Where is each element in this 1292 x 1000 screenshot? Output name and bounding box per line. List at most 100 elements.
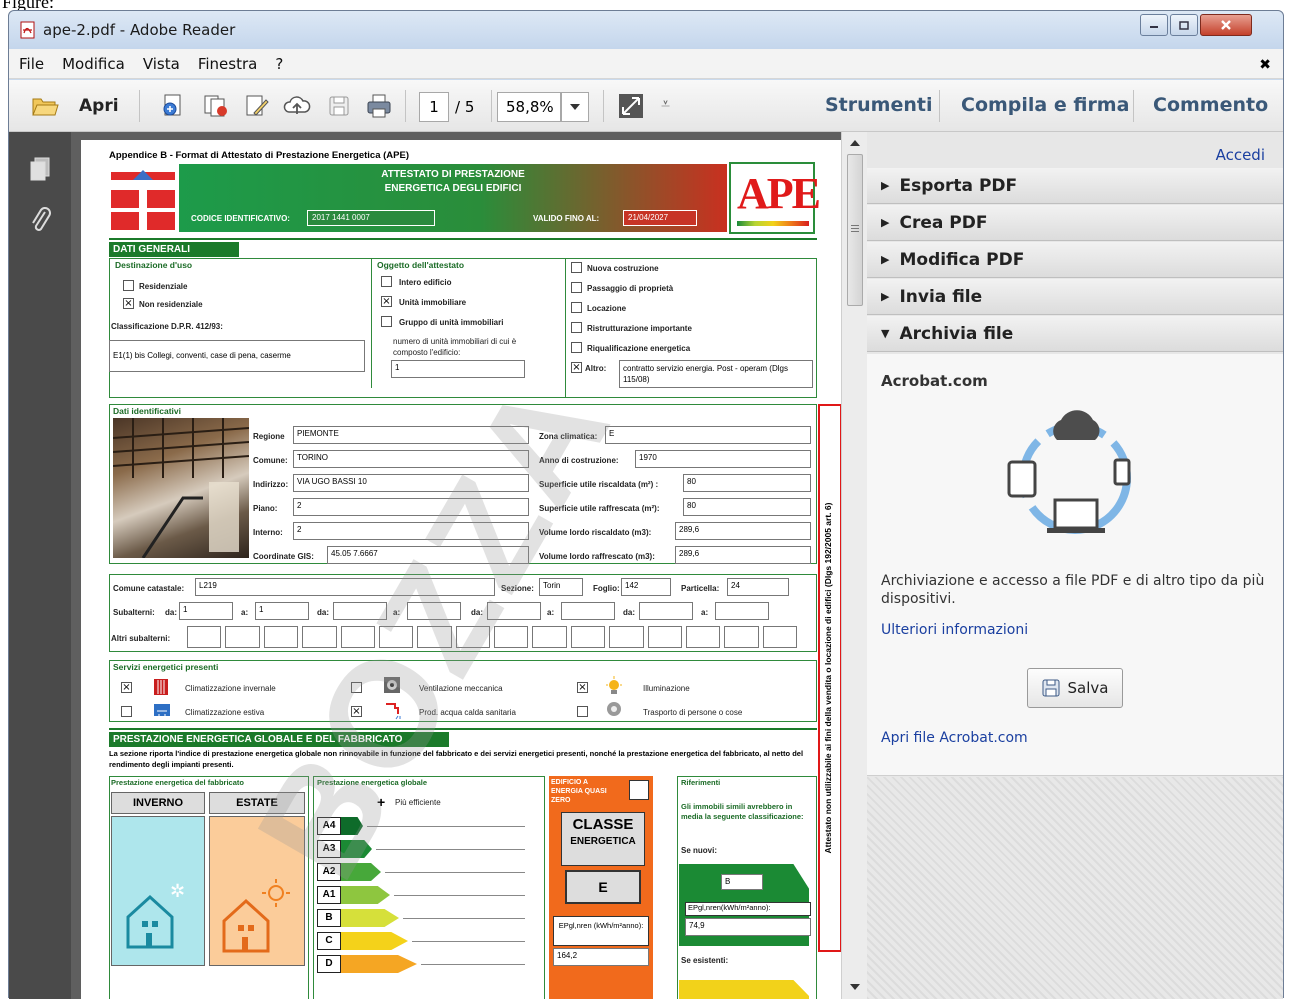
illuminazione-checkbox[interactable]: × (577, 682, 588, 693)
ristrutturazione-checkbox[interactable] (571, 322, 582, 333)
close-document-icon[interactable]: ✖ (1259, 57, 1271, 73)
open-acrobat-link[interactable]: Apri file Acrobat.com (881, 730, 1028, 746)
tools-pane-button[interactable]: Strumenti (825, 94, 932, 116)
foglio-field[interactable]: 142 (621, 578, 671, 596)
scroll-up-icon[interactable] (850, 140, 860, 146)
altri-subalterni-cell[interactable] (225, 626, 260, 648)
close-window-button[interactable] (1200, 14, 1252, 36)
altri-subalterni-cell[interactable] (263, 626, 299, 648)
comune-field[interactable]: TORINO (293, 450, 529, 468)
upload-cloud-icon[interactable] (283, 92, 311, 120)
sub-da-field-2[interactable] (333, 602, 387, 620)
sub-da-field-4[interactable] (639, 602, 693, 620)
scroll-thumb[interactable] (847, 154, 863, 306)
numero-unita-field[interactable]: 1 (391, 360, 525, 378)
more-info-link[interactable]: Ulteriori informazioni (881, 622, 1028, 638)
panel-section-modifica[interactable]: ▶ Modifica PDF (867, 242, 1283, 278)
altri-subalterni-cell[interactable] (532, 626, 567, 648)
piano-field[interactable]: 2 (293, 498, 529, 516)
panel-section-invia[interactable]: ▶ Invia file (867, 279, 1283, 315)
acqua-calda-checkbox[interactable]: × (351, 706, 362, 717)
print-icon[interactable] (365, 92, 393, 120)
locazione-checkbox[interactable] (571, 302, 582, 313)
nuovi-ep-field[interactable]: 74,9 (685, 918, 811, 936)
ventilazione-checkbox[interactable] (351, 682, 362, 693)
gis-field[interactable]: 45.05 7.6667 (327, 546, 529, 564)
create-pdf-icon[interactable] (159, 92, 187, 120)
open-folder-icon[interactable] (31, 92, 59, 120)
gruppo-unita-checkbox[interactable] (381, 316, 392, 327)
vol-risc-field[interactable]: 289,6 (675, 522, 811, 540)
toolbar-overflow-icon[interactable]: ⩡ (661, 94, 670, 114)
indirizzo-field[interactable]: VIA UGO BASSI 10 (293, 474, 529, 492)
panel-section-esporta[interactable]: ▶ Esporta PDF (867, 168, 1283, 204)
altri-subalterni-cell[interactable] (762, 626, 797, 648)
altri-subalterni-cell[interactable] (494, 626, 529, 648)
altri-subalterni-cell[interactable] (685, 626, 721, 648)
altro-checkbox[interactable]: × (571, 362, 582, 373)
page-thumbnails-icon[interactable] (29, 156, 53, 182)
panel-section-archivia[interactable]: ▼ Archivia file (867, 316, 1283, 352)
riqualificazione-checkbox[interactable] (571, 342, 582, 353)
epgl-value[interactable]: 164,2 (553, 948, 649, 966)
menu-file[interactable]: File (19, 55, 44, 73)
zoom-input[interactable]: 58,8% (497, 92, 561, 122)
passaggio-checkbox[interactable] (571, 282, 582, 293)
sup-raff-field[interactable]: 80 (683, 498, 811, 516)
clim-estiva-checkbox[interactable] (121, 706, 132, 717)
altri-subalterni-cell[interactable] (455, 626, 490, 648)
save-to-acrobat-button[interactable]: Salva (1027, 668, 1123, 708)
open-button-label[interactable]: Apri (79, 96, 119, 116)
sup-risc-field[interactable]: 80 (683, 474, 811, 492)
document-scrollbar[interactable] (841, 132, 867, 999)
full-screen-icon[interactable] (617, 92, 645, 120)
unita-immobiliare-checkbox[interactable]: × (381, 296, 392, 307)
sezione-field[interactable]: Torin (539, 578, 583, 596)
menu-vista[interactable]: Vista (143, 55, 180, 73)
altri-subalterni-cell[interactable] (647, 626, 682, 648)
comune-catastale-field[interactable]: L219 (195, 578, 495, 596)
altri-subalterni-cell[interactable] (417, 626, 452, 648)
panel-section-crea[interactable]: ▶ Crea PDF (867, 205, 1283, 241)
save-disk-icon[interactable] (325, 92, 353, 120)
altri-subalterni-cell[interactable] (609, 626, 644, 648)
anno-field[interactable]: 1970 (635, 450, 811, 468)
edit-document-icon[interactable] (243, 92, 271, 120)
particella-field[interactable]: 24 (727, 578, 789, 596)
vol-raff-field[interactable]: 289,6 (675, 546, 811, 564)
nzeb-checkbox[interactable] (629, 780, 649, 800)
zona-field[interactable]: E (605, 426, 811, 444)
altri-subalterni-cell[interactable] (340, 626, 375, 648)
sub-a-field-2[interactable] (407, 602, 461, 620)
altri-subalterni-cell[interactable] (570, 626, 606, 648)
attachments-paperclip-icon[interactable] (29, 206, 53, 236)
menu-modifica[interactable]: Modifica (62, 55, 125, 73)
sub-a-field-4[interactable] (715, 602, 769, 620)
combine-files-icon[interactable] (201, 92, 229, 120)
sub-a-field[interactable]: 1 (255, 602, 309, 620)
trasporto-checkbox[interactable] (577, 706, 588, 717)
non-residenziale-checkbox[interactable]: × (123, 298, 134, 309)
menu-finestra[interactable]: Finestra (198, 55, 258, 73)
altro-field[interactable]: contratto servizio energia. Post - opera… (619, 360, 813, 388)
signin-link[interactable]: Accedi (1216, 146, 1265, 164)
zoom-dropdown-button[interactable] (561, 92, 589, 122)
maximize-button[interactable] (1170, 14, 1198, 36)
regione-field[interactable]: PIEMONTE (293, 426, 529, 444)
altri-subalterni-cell[interactable] (187, 626, 222, 648)
classificazione-field[interactable]: E1(1) bis Collegi, conventi, case di pen… (109, 340, 365, 372)
clim-invernale-checkbox[interactable]: × (121, 682, 132, 693)
altri-subalterni-cell[interactable] (378, 626, 414, 648)
nuova-costruzione-checkbox[interactable] (571, 262, 582, 273)
sub-a-field-3[interactable] (561, 602, 615, 620)
page-number-input[interactable]: 1 (419, 92, 449, 122)
residenziale-checkbox[interactable] (123, 280, 134, 291)
intero-edificio-checkbox[interactable] (381, 276, 392, 287)
nuovi-class-field[interactable]: B (721, 874, 763, 890)
altri-subalterni-cell[interactable] (724, 626, 759, 648)
menu-help[interactable]: ? (275, 55, 283, 73)
sub-da-field[interactable]: 1 (179, 602, 233, 620)
minimize-button[interactable] (1140, 14, 1168, 36)
scroll-down-icon[interactable] (850, 984, 860, 990)
document-viewport[interactable]: Appendice B - Format di Attestato di Pre… (71, 132, 841, 999)
